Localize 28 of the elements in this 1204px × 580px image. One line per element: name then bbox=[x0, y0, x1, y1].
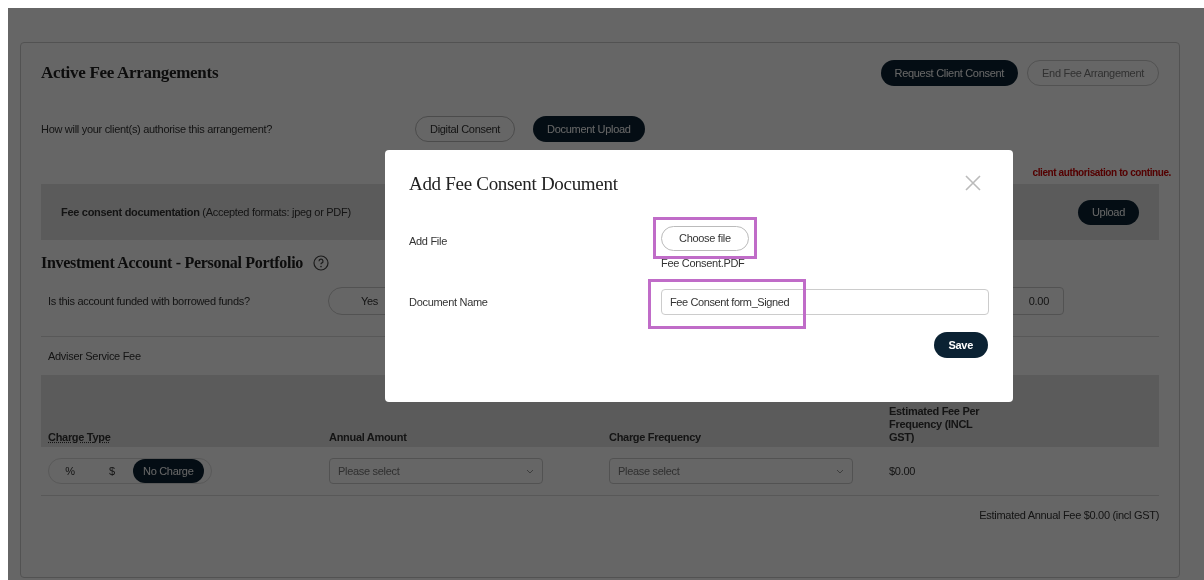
chevron-down-icon bbox=[526, 468, 534, 474]
estimated-fee-value: $0.00 bbox=[889, 463, 916, 479]
file-name: Fee Consent.PDF bbox=[661, 256, 745, 269]
document-name-field[interactable]: Fee Consent form_Signed bbox=[661, 289, 989, 315]
question-text: How will your client(s) authorise this arrangement? bbox=[41, 121, 274, 137]
upload-button[interactable]: Upload bbox=[1077, 199, 1139, 225]
consent-option-button[interactable]: Document Upload bbox=[533, 116, 645, 142]
modal-title: Add Fee Consent Document bbox=[409, 171, 618, 196]
column-header: Charge Frequency bbox=[609, 431, 702, 444]
close-icon[interactable] bbox=[965, 175, 981, 191]
charge-type-option[interactable]: $ bbox=[91, 459, 133, 484]
column-header: Charge Type bbox=[48, 431, 112, 444]
total-fee-text: Estimated Annual Fee $0.00 (incl GST) bbox=[979, 507, 1159, 523]
save-button[interactable]: Save bbox=[933, 332, 988, 358]
charge-type-option[interactable]: No Charge bbox=[133, 459, 204, 484]
help-icon[interactable] bbox=[313, 255, 330, 271]
question-text: Is this account funded with borrowed funds? bbox=[48, 293, 251, 309]
charge-type-option[interactable]: % bbox=[49, 459, 91, 484]
field-label: Add File bbox=[409, 233, 448, 249]
action-button[interactable]: Request Client Consent bbox=[880, 60, 1019, 86]
column-header: Estimated Fee Per Frequency (INCL GST) bbox=[889, 405, 981, 444]
warning-text: client authorisation to continue. bbox=[1032, 165, 1171, 180]
subsection-label: Adviser Service Fee bbox=[48, 348, 141, 364]
section-title: Investment Account - Personal Portfolio bbox=[41, 253, 304, 273]
chevron-down-icon bbox=[836, 468, 844, 474]
documentation-text: Fee consent documentation (Accepted formats: jpeg or PDF) bbox=[61, 204, 351, 220]
section-title: Active Fee Arrangements bbox=[41, 62, 219, 85]
column-header: Annual Amount bbox=[329, 431, 408, 444]
